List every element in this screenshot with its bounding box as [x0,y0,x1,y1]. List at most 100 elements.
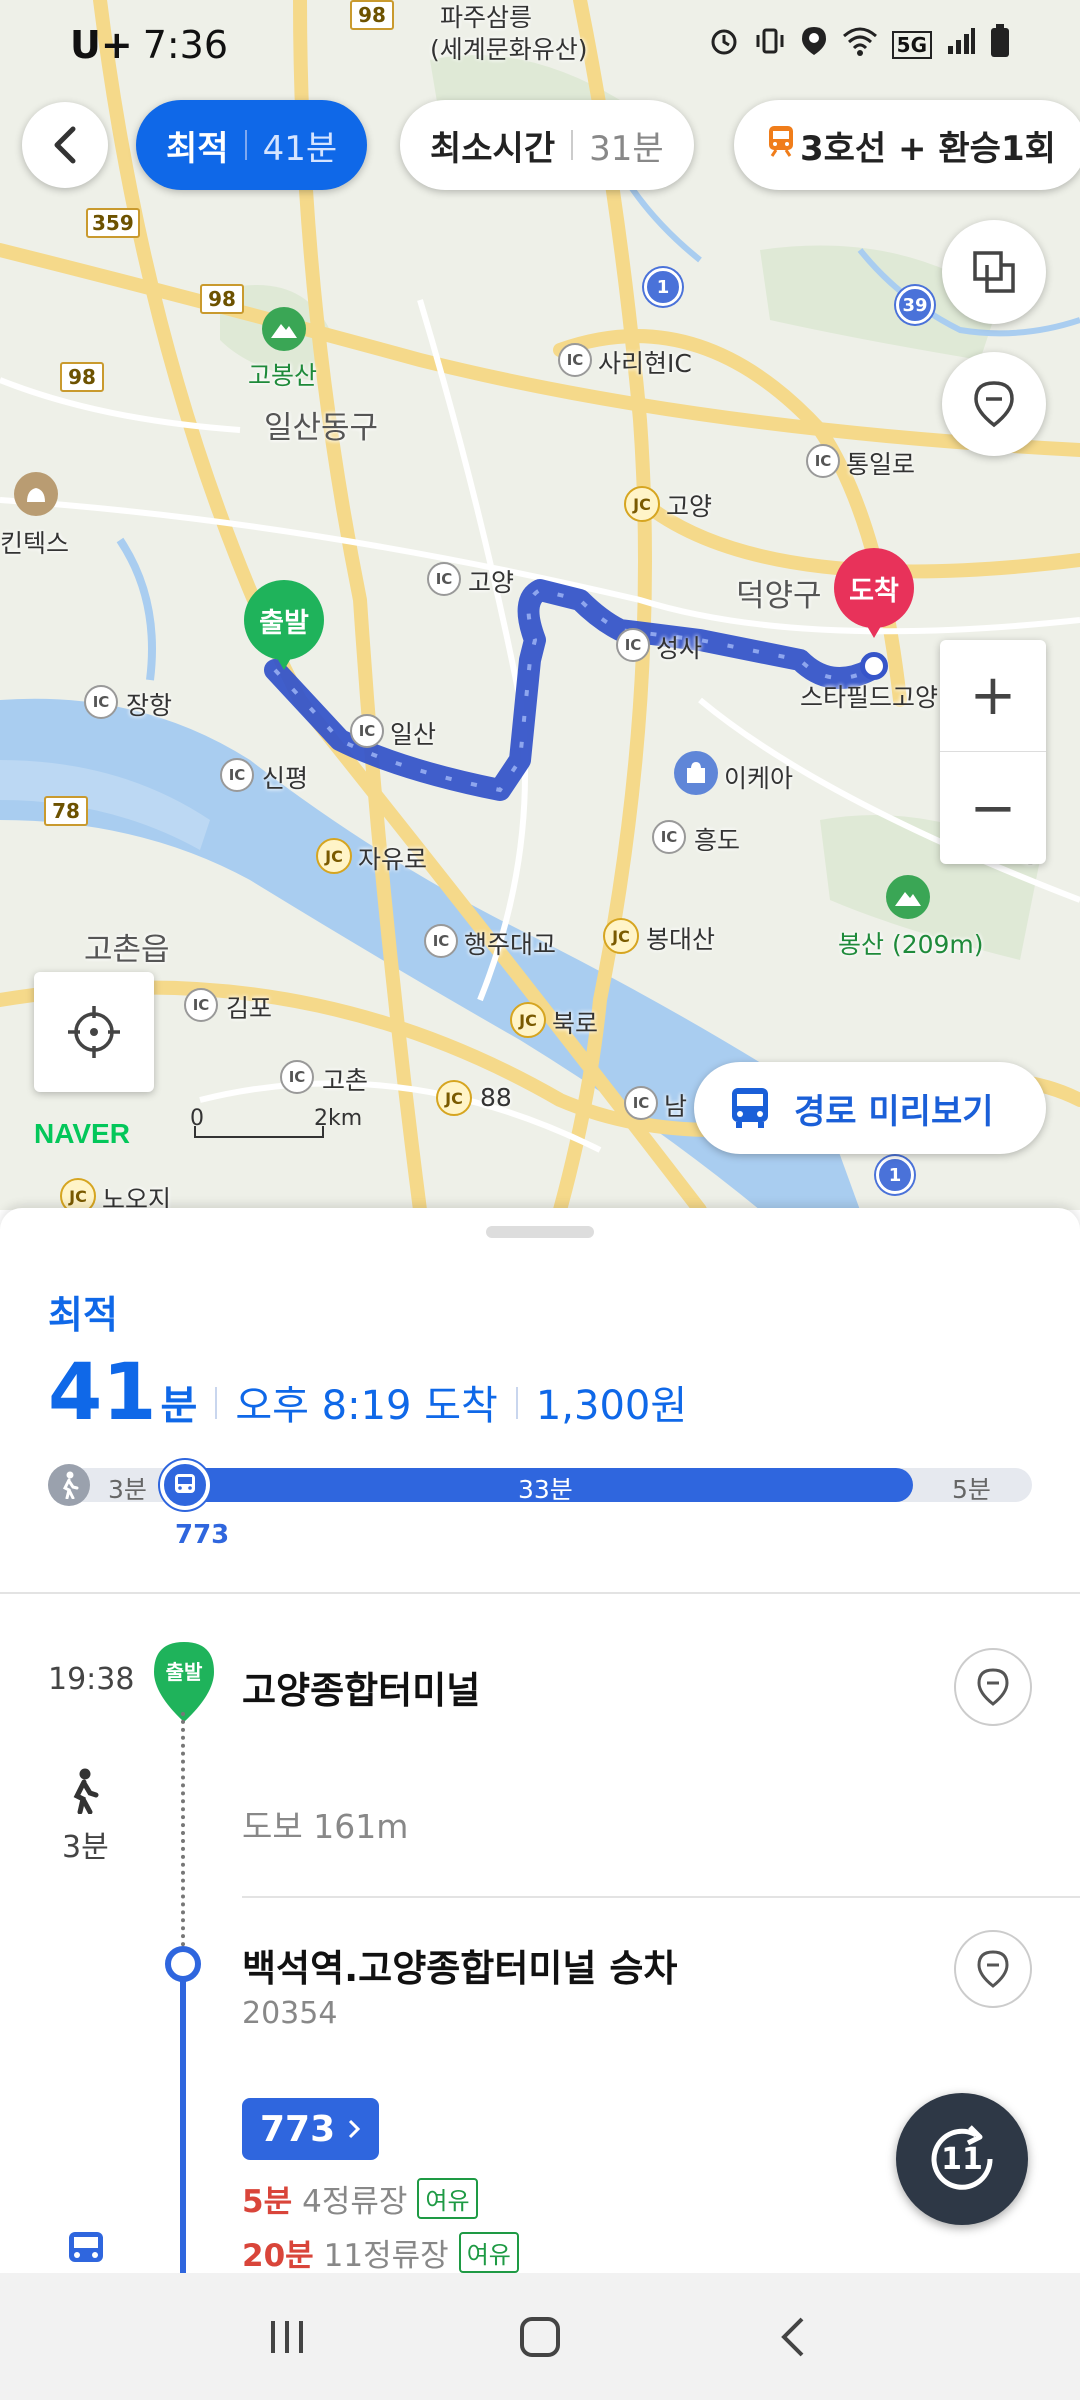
sheet-drag-handle[interactable] [486,1226,594,1238]
vibrate-icon [754,25,786,65]
map-label: 스타필드고양 [800,683,939,712]
ic-marker: IC [184,988,218,1022]
map-label: 사리현IC [598,349,692,378]
walk-icon [48,1464,90,1506]
back-icon [781,2317,804,2356]
layers-button[interactable] [942,220,1046,324]
map-scale: 0 2km [190,1106,362,1138]
map-label: 고양 [468,568,515,597]
bus-connector [180,1972,186,2273]
ic-marker: IC [624,1086,658,1120]
location-icon [800,25,828,65]
tab-subway-transfer[interactable]: 3호선 + 환승1회 [734,100,1080,190]
ic-marker: IC [558,343,592,377]
map-label: 노오지 [102,1185,172,1210]
home-icon [519,2316,560,2357]
arrival-time: 20분 [242,2238,314,2273]
road-number: 98 [200,284,244,314]
bus-number-label: 773 [175,1520,230,1550]
bus-stop-marker [165,1946,201,1982]
map-view[interactable]: 파주삼릉 (세계문화유산) IC 사리현IC 고봉산 일산동구 킨텍스 IC 통… [0,0,1080,1210]
layers-icon [973,251,1015,293]
jc-marker: JC [60,1178,96,1210]
5g-icon: 5G [891,31,932,59]
zoom-out-button[interactable]: − [940,752,1046,864]
jc-marker: JC [436,1080,472,1116]
jc-marker: JC [624,486,660,522]
arrival-stops: 4정류장 [302,2184,408,2220]
ic-marker: IC [350,714,384,748]
map-label: 남 [664,1092,688,1121]
recent-apps-icon [270,2320,303,2353]
walk-segment-duration: 5분 [952,1475,991,1504]
jc-marker: JC [316,838,352,874]
start-pin-tip [270,646,298,670]
my-location-button[interactable] [34,972,154,1092]
tab-optimal[interactable]: 최적 41분 [136,100,368,190]
home-button[interactable] [500,2307,580,2367]
zoom-in-button[interactable]: + [940,640,1046,752]
crowding-badge: 여유 [458,2232,519,2273]
map-label: 일산동구 [264,410,379,446]
arrival-info: 20분 11정류장 여유 [242,2230,519,2273]
step-time: 19:38 [48,1662,135,1697]
summary-divider [515,1387,518,1419]
jc-marker: JC [603,918,639,954]
tab-value: 41분 [262,128,338,169]
summary-divider [215,1387,218,1419]
back-nav-button[interactable] [753,2307,833,2367]
crowding-badge: 여유 [417,2178,478,2219]
boarding-location-button[interactable] [954,1930,1032,2008]
map-pin-icon [977,1668,1009,1706]
arrival-time: 오후 8:19 도착 [235,1383,498,1429]
tab-divider [244,130,247,160]
road-number: 39 [896,286,934,324]
map-label: 고촌읍 [84,932,170,968]
ic-marker: IC [220,758,254,792]
map-label: 김포 [226,994,273,1023]
road-number: 98 [60,362,104,392]
route-detail-sheet[interactable]: 최적 41 분 오후 8:19 도착 1,300원 3분 33분 5분 773 … [0,1208,1080,2273]
chevron-right-icon [349,2119,361,2139]
map-label: 장항 [126,691,173,720]
map-label: 고양 [666,492,713,521]
boarding-stop-name[interactable]: 백석역.고양종합터미널 승차 [242,1938,677,1992]
map-label: 자유로 [358,845,428,874]
tab-shortest-time[interactable]: 최소시간 31분 [400,100,694,190]
bus-route-badge[interactable]: 773 [242,2098,380,2160]
start-stop-name[interactable]: 고양종합터미널 [242,1660,480,1714]
end-pin[interactable]: 도착 [834,548,914,644]
arrival-stops: 11정류장 [323,2238,449,2273]
route-number: 773 [260,2108,336,2150]
stop-id: 20354 [242,1996,338,2031]
tab-label: 3호선 + 환승1회 [800,128,1056,169]
map-label: 성사 [656,634,703,663]
map-label: 이케아 [724,764,794,793]
route-preview-button[interactable]: 경로 미리보기 [694,1062,1046,1154]
route-type-label: 최적 [48,1293,118,1337]
arrival-info: 5분 4정류장 여유 [242,2176,478,2221]
refresh-button[interactable]: 11 [896,2093,1028,2225]
map-label: 흥도 [694,826,741,855]
tab-value: 31분 [589,128,664,169]
place-button[interactable] [942,352,1046,456]
walk-distance: 도보 161m [242,1807,409,1846]
start-location-button[interactable] [954,1648,1032,1726]
route-preview-label: 경로 미리보기 [794,1091,994,1132]
recent-apps-button[interactable] [247,2307,327,2367]
walk-icon [66,1768,100,1818]
train-icon [766,124,796,167]
system-nav-bar [0,2273,1080,2400]
status-bar: U+ 7:36 5G [0,0,1080,90]
ic-marker: IC [424,924,458,958]
map-label: 북로 [552,1009,599,1038]
road-number: 359 [86,208,140,238]
walk-duration: 3분 [62,1830,109,1865]
map-label: 고봉산 [248,361,318,390]
back-button[interactable] [22,102,108,188]
start-pin[interactable]: 출발 [244,580,324,676]
map-pin-icon [977,1950,1009,1988]
map-label: 봉대산 [646,925,716,954]
map-label: 덕양구 [736,578,822,614]
landmark-icon [14,472,58,516]
